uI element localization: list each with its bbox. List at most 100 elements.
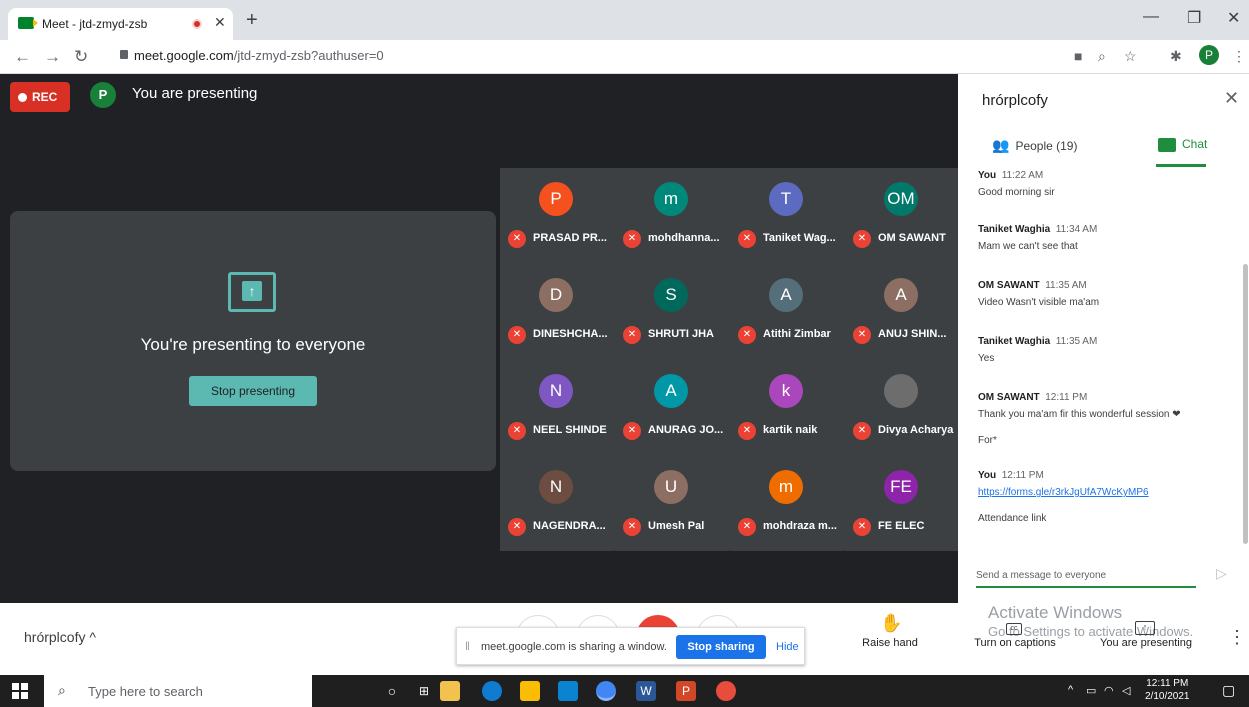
cortana-icon[interactable]: ○ [382,681,402,701]
camera-icon[interactable]: ■ [1074,48,1082,64]
participant-tile[interactable]: k ✕ kartik naik [730,360,844,455]
stop-presenting-button[interactable]: Stop presenting [189,376,317,406]
file-explorer-icon[interactable] [440,681,460,701]
participant-avatar: D [539,278,573,312]
menu-icon[interactable]: ⋮ [1232,48,1246,65]
participant-tile[interactable]: N ✕ NAGENDRA... [500,456,614,551]
panel-close-icon[interactable]: ✕ [1224,88,1239,109]
participant-avatar: A [884,278,918,312]
profile-avatar[interactable]: P [1199,45,1219,65]
participant-tile[interactable]: OM ✕ OM SAWANT [845,168,959,263]
notifications-icon[interactable]: ▢ [1222,682,1235,699]
restore-icon[interactable]: ❐ [1187,8,1201,28]
participant-name: Divya Acharya [878,424,954,436]
more-options-icon[interactable]: ⋮ [1228,627,1246,648]
participant-tile[interactable]: A ✕ ANURAG JO... [615,360,729,455]
tray-chevron-icon[interactable]: ^ [1068,684,1073,696]
wifi-icon[interactable]: ◠ [1104,684,1114,697]
participant-tile[interactable]: ✕ Divya Acharya [845,360,959,455]
forward-icon[interactable]: → [44,47,61,67]
lock-icon [120,50,128,59]
participant-name: ANUJ SHIN... [878,328,947,340]
message-link[interactable]: https://forms.gle/r3rkJgUfA7WcKyMP6 [978,486,1228,500]
mail-icon[interactable] [558,681,578,701]
store-icon[interactable] [520,681,540,701]
participant-avatar: S [654,278,688,312]
raise-hand-icon[interactable]: ✋ [880,613,902,634]
chrome-icon[interactable] [596,681,616,701]
zoom-icon[interactable]: ⌕ [1098,48,1106,65]
powerpoint-icon[interactable]: P [676,681,696,701]
participant-tile[interactable]: m ✕ mohdhanna... [615,168,729,263]
taskbar-search-box[interactable]: ⌕ Type here to search [44,675,312,707]
participant-tile[interactable]: S ✕ SHRUTI JHA [615,264,729,359]
mic-muted-icon: ✕ [508,422,526,440]
edge-browser-icon[interactable] [482,681,502,701]
new-tab-icon[interactable]: + [246,9,258,32]
you-are-presenting-button[interactable]: You are presenting [1092,637,1200,649]
side-panel: hrórplcofy ✕ 👥 People (19) Chat You 11:22… [958,74,1249,603]
participant-tile[interactable]: A ✕ ANUJ SHIN... [845,264,959,359]
participant-tile[interactable]: P ✕ PRASAD PR... [500,168,614,263]
present-now-icon[interactable]: ↑ [1135,621,1155,635]
send-icon[interactable]: ▷ [1216,565,1227,582]
word-icon[interactable]: W [636,681,656,701]
participant-tile[interactable]: N ✕ NEEL SHINDE [500,360,614,455]
participant-name: SHRUTI JHA [648,328,715,340]
browser-tab-strip: Meet - jtd-zmyd-zsb ✕ + — ❐ ✕ [0,0,1249,40]
participant-tile[interactable]: A ✕ Atithi Zimbar [730,264,844,359]
raise-hand-button[interactable]: Raise hand [855,637,925,649]
mic-muted-icon: ✕ [853,518,871,536]
message-text: For* [978,435,997,446]
message-sender: Taniket Waghia 11:34 AM [978,224,1098,235]
participant-tile[interactable]: D ✕ DINESHCHA... [500,264,614,359]
message-time: 11:34 AM [1055,224,1098,235]
back-icon[interactable]: ← [14,47,31,67]
tab-chat[interactable]: Chat [1182,137,1207,151]
drag-handle-icon[interactable]: ‖ [465,639,470,653]
extensions-icon[interactable]: ✱ [1170,48,1182,65]
mic-muted-icon: ✕ [738,518,756,536]
tab-people[interactable]: 👥 People (19) [992,137,1077,154]
message-time: 11:22 AM [1001,170,1044,181]
participant-tile[interactable]: FE ✕ FE ELEC [845,456,959,551]
bookmark-star-icon[interactable]: ☆ [1124,48,1137,65]
mic-muted-icon: ✕ [853,230,871,248]
participant-name: kartik naik [763,424,818,436]
chat-message-input[interactable]: Send a message to everyone [976,570,1196,588]
captions-button[interactable]: Turn on captions [966,637,1064,649]
meet-favicon-icon [18,17,38,29]
minimize-icon[interactable]: — [1143,8,1159,26]
participant-tile[interactable]: T ✕ Taniket Wag... [730,168,844,263]
windows-start-icon[interactable] [12,683,28,699]
system-clock[interactable]: 12:11 PM 2/10/2021 [1145,677,1190,703]
window-close-icon[interactable]: ✕ [1227,8,1240,28]
participant-tile[interactable]: U ✕ Umesh Pal [615,456,729,551]
task-view-icon[interactable]: ⊞ [414,681,434,701]
mic-muted-icon: ✕ [738,422,756,440]
message-sender: OM SAWANT 11:35 AM [978,280,1087,291]
reload-icon[interactable]: ↻ [74,47,88,67]
tab-close-icon[interactable]: ✕ [214,14,226,31]
hide-button[interactable]: Hide [776,641,799,653]
browser-tab[interactable]: Meet - jtd-zmyd-zsb ✕ [8,8,233,40]
stop-sharing-button[interactable]: Stop sharing [676,635,766,659]
meeting-details-toggle[interactable]: hrórplcofy ^ [24,629,96,645]
mic-muted-icon: ✕ [508,326,526,344]
chat-scrollbar[interactable] [1243,264,1248,544]
participant-tile[interactable]: m ✕ mohdraza m... [730,456,844,551]
participant-avatar: OM [884,182,918,216]
address-bar[interactable]: meet.google.com/jtd-zmyd-zsb?authuser=0 [104,44,1174,70]
participant-name: PRASAD PR... [533,232,607,244]
message-sender: OM SAWANT 12:11 PM [978,392,1088,403]
volume-icon[interactable]: ◁ [1122,684,1130,697]
message-text: Mam we can't see that [978,241,1078,252]
mic-muted-icon: ✕ [738,326,756,344]
camera-app-icon[interactable] [716,681,736,701]
sharing-notification-bar: ‖ meet.google.com is sharing a window. S… [456,627,805,665]
message-time: 12:11 PM [1001,470,1044,481]
mic-muted-icon: ✕ [508,230,526,248]
meeting-stage: REC P You are presenting You're presenti… [0,74,959,603]
captions-icon[interactable]: cc [1006,623,1022,635]
battery-icon[interactable]: ▭ [1086,684,1096,697]
